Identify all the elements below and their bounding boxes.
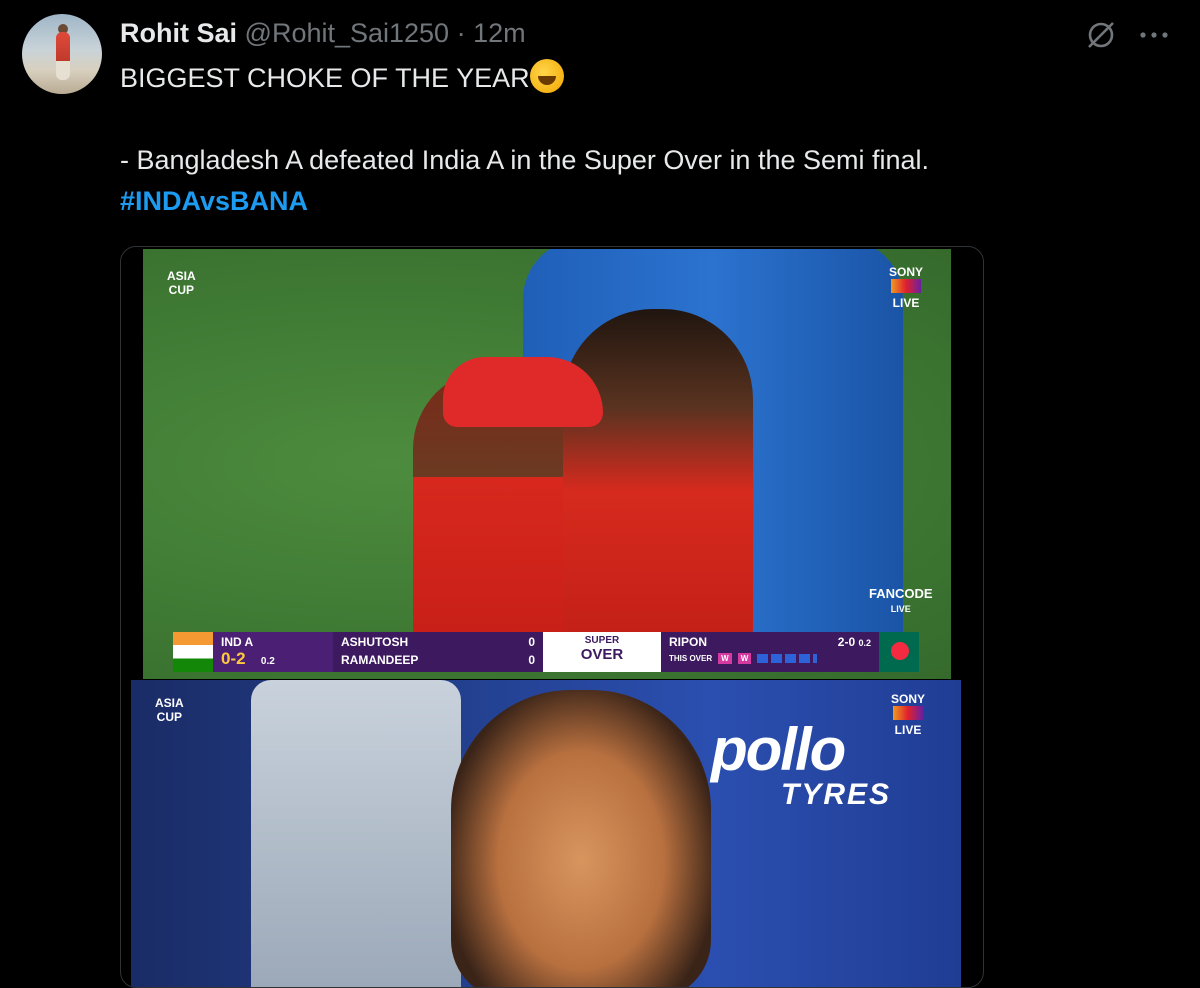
bowler-figures: 2-0 <box>837 635 856 649</box>
match-photo-2[interactable]: ASIA CUP pollo TYRES SONY LIVE <box>131 680 961 987</box>
team-overs: 0.2 <box>260 656 275 667</box>
player-face <box>451 690 711 987</box>
batter-1-runs: 0 <box>528 635 535 649</box>
sony-label-2: SONY <box>891 692 926 706</box>
super-label: SUPER <box>584 635 620 646</box>
sony-liv-logo: SONY LIVE <box>889 265 923 310</box>
avatar-figure <box>56 32 70 80</box>
batter-2-runs: 0 <box>528 653 535 667</box>
bangladesh-flag-icon <box>879 632 919 672</box>
match-photo-1[interactable]: ASIA CUP SONY LIVE FANCODE LIVE IND A 0-2… <box>143 249 951 679</box>
team-runs: 0-2 <box>221 649 246 668</box>
fancode-logo: FANCODE LIVE <box>869 587 933 616</box>
scoreboard: IND A 0-2 0.2 ASHUTOSH RAMANDEEP 0 0 SUP… <box>173 632 919 672</box>
sponsor-apollo: pollo <box>711 716 846 783</box>
batter-2: RAMANDEEP <box>341 653 419 667</box>
author-name[interactable]: Rohit Sai <box>120 18 237 48</box>
this-over-label: THIS OVER <box>669 654 713 663</box>
tweet-text: BIGGEST CHOKE OF THE YEAR - Bangladesh A… <box>120 58 1170 222</box>
sony-liv-logo-2: SONY LIVE <box>891 692 925 737</box>
background-person <box>251 680 461 987</box>
tweet-line-2: - Bangladesh A defeated India A in the S… <box>120 145 930 175</box>
tweet-header: Rohit Sai @Rohit_Sai1250 · 12m <box>120 17 526 49</box>
team-score: IND A 0-2 0.2 <box>213 632 333 672</box>
live-label: LIVE <box>892 296 920 310</box>
tweet-line-1: BIGGEST CHOKE OF THE YEAR <box>120 63 530 93</box>
ball-1: W <box>718 653 732 664</box>
india-flag-icon <box>173 632 213 672</box>
bowler-overs: 0.2 <box>858 638 871 648</box>
tweet-media[interactable]: ASIA CUP SONY LIVE FANCODE LIVE IND A 0-2… <box>120 246 984 988</box>
live-label-2: LIVE <box>894 723 922 737</box>
batter-1: ASHUTOSH <box>341 635 409 649</box>
more-options-icon[interactable] <box>1138 30 1170 40</box>
grok-icon[interactable] <box>1084 18 1118 52</box>
sponsor-tyres: TYRES <box>781 778 892 811</box>
super-over-badge: SUPER OVER <box>543 632 661 672</box>
ball-2: W <box>737 653 752 664</box>
fancode-sub: LIVE <box>890 604 911 614</box>
batters: ASHUTOSH RAMANDEEP 0 0 <box>333 632 543 672</box>
over-label: OVER <box>580 646 624 663</box>
hashtag-link[interactable]: #INDAvsBANA <box>120 186 308 216</box>
bowler-name: RIPON <box>669 635 708 649</box>
laughing-emoji-icon <box>529 59 564 93</box>
timestamp[interactable]: 12m <box>473 18 526 48</box>
separator: · <box>456 18 466 48</box>
team-name: IND A <box>221 635 254 649</box>
tweet-actions <box>1084 18 1170 52</box>
fancode-label: FANCODE <box>869 586 933 601</box>
author-avatar[interactable] <box>22 14 102 94</box>
sony-label: SONY <box>889 265 924 279</box>
author-handle[interactable]: @Rohit_Sai1250 <box>245 18 450 48</box>
bowler: RIPON 2-0 0.2 THIS OVER W W <box>661 632 879 672</box>
asia-cup-logo: ASIA CUP <box>167 269 196 297</box>
player-red-2 <box>563 309 753 639</box>
asia-cup-logo-2: ASIA CUP <box>155 696 184 724</box>
cap-icon <box>443 357 603 427</box>
